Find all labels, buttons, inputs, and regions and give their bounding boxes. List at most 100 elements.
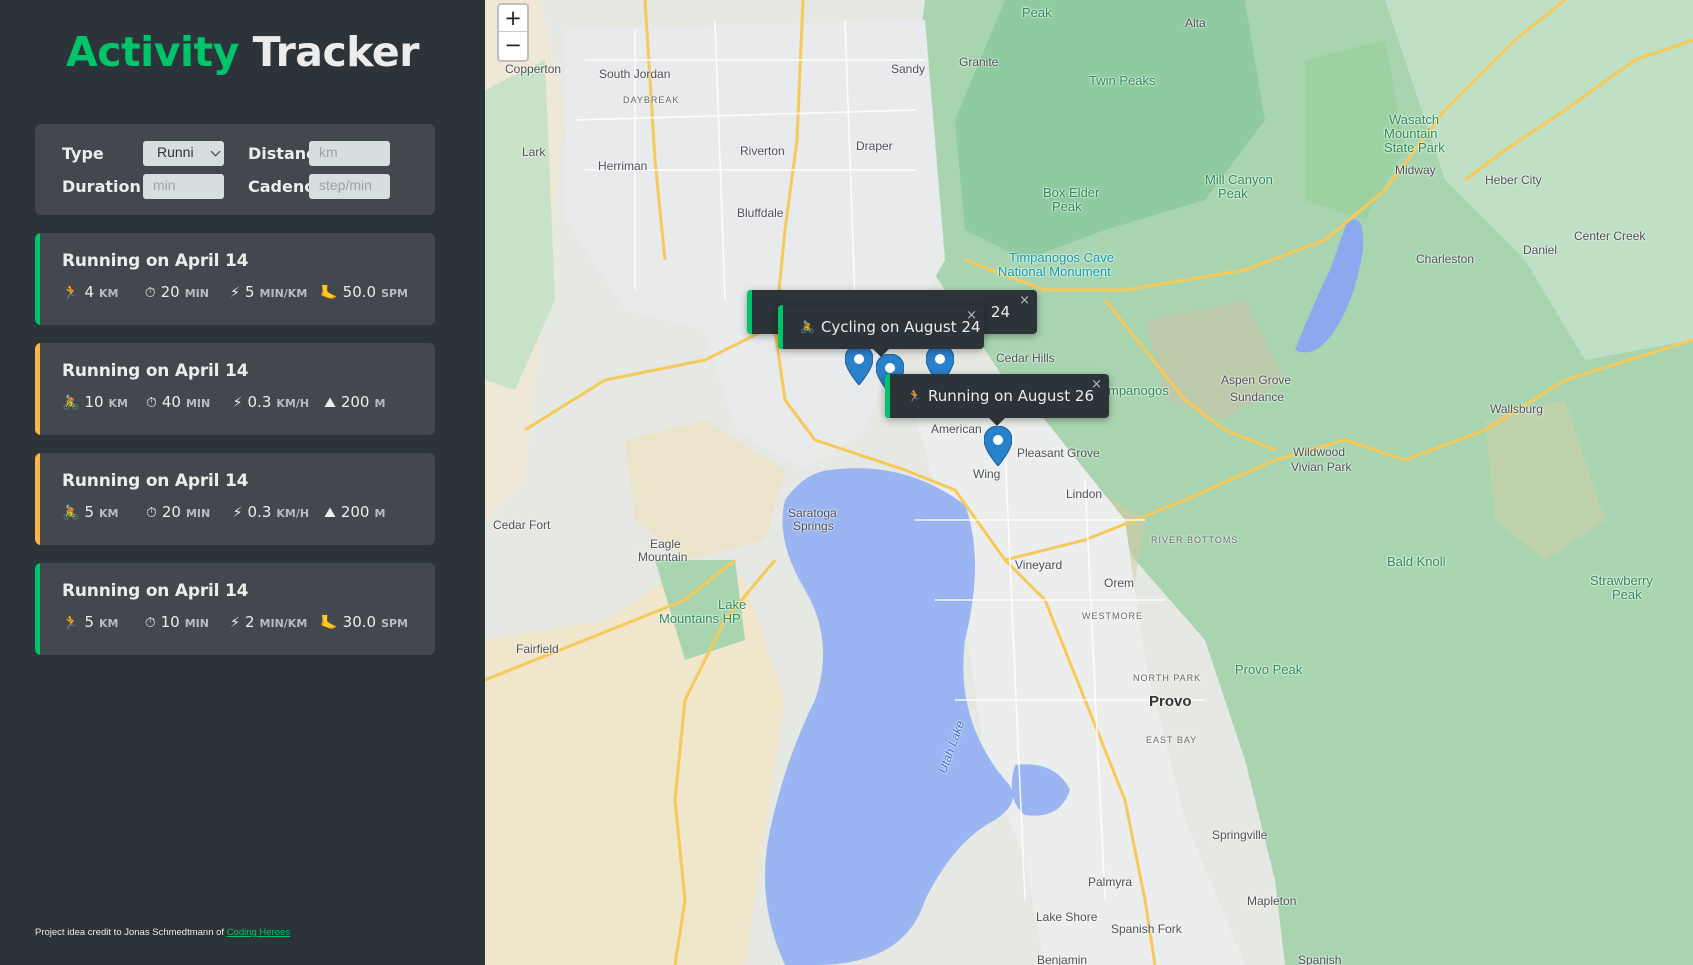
popup-tip — [873, 349, 889, 357]
map[interactable]: Copperton South Jordan Sandy Granite DAY… — [485, 0, 1693, 965]
map-label: Orem — [1104, 576, 1134, 590]
distance-value: 5 — [84, 613, 94, 631]
map-label: Peak — [1052, 199, 1082, 214]
map-label: Sundance — [1230, 390, 1285, 404]
workout-duration: ⏱ 10 MIN — [145, 613, 230, 631]
footprint-icon: 🦶 — [320, 285, 338, 301]
workout-popup[interactable]: 🚴 Cycling on August 24 × — [778, 305, 984, 357]
map-label: Strawberry — [1590, 573, 1653, 588]
duration-unit: MIN — [184, 617, 209, 630]
type-select[interactable]: Runni — [143, 141, 224, 166]
cadence-value: 50.0 — [342, 283, 377, 301]
map-label: Springville — [1212, 828, 1268, 842]
distance-input[interactable]: km — [309, 141, 390, 166]
workout-cadence: 🦶 50.0 SPM — [320, 283, 408, 301]
map-label: South Jordan — [599, 67, 671, 81]
map-tiles[interactable] — [485, 0, 1693, 965]
duration-value: 10 — [160, 613, 180, 631]
speed-unit: KM/H — [276, 507, 310, 520]
workout-distance: 🚴 5 KM — [62, 503, 146, 521]
map-label: WESTMORE — [1082, 611, 1143, 621]
workout-distance: 🏃 5 KM — [62, 613, 145, 631]
workout-title: Running on April 14 — [62, 361, 249, 381]
workout-card[interactable]: Running on April 14 🏃5 KM ⏱10 MIN ⚡ 2 MIN/KM… — [35, 563, 435, 655]
zoom-in-button[interactable]: + — [499, 5, 527, 32]
credit-text: Project idea credit to Jonas Schmedtmann… — [35, 927, 290, 938]
duration-unit: MIN — [185, 507, 211, 520]
close-icon[interactable]: × — [1019, 293, 1030, 308]
pace-value: 5 — [245, 283, 255, 301]
workout-title: Running on April 14 — [62, 581, 249, 601]
duration-value: 40 — [161, 393, 181, 411]
duration-unit: MIN — [184, 287, 209, 300]
map-label: Aspen Grove — [1221, 373, 1292, 387]
app-logo: Activity Tracker — [0, 28, 485, 76]
map-label: Mountains HP — [659, 611, 741, 626]
map-marker[interactable] — [845, 345, 873, 385]
map-label: Lake Shore — [1036, 910, 1098, 924]
map-label: EAST BAY — [1146, 735, 1198, 745]
map-label: Sandy — [891, 62, 926, 76]
workout-card[interactable]: Running on April 14 🚴10 KM ⏱40 MIN ⚡0.3 KM/… — [35, 343, 435, 435]
map-label: Springs — [793, 519, 834, 533]
running-icon: 🏃 — [62, 285, 80, 301]
chevron-down-icon — [210, 146, 221, 157]
cycling-icon: 🚴 — [62, 505, 80, 521]
zoom-out-button[interactable]: − — [499, 32, 527, 59]
map-label: Cedar Fort — [493, 518, 551, 532]
map-label: American — [931, 422, 982, 436]
close-icon[interactable]: × — [966, 308, 977, 323]
map-marker[interactable] — [984, 426, 1012, 466]
map-label: RIVER BOTTOMS — [1151, 535, 1239, 545]
workout-popup[interactable]: 🏃 Running on August 26 × — [885, 374, 1109, 426]
cycling-icon: 🚴 — [800, 320, 815, 334]
map-label: mpanogos — [1108, 383, 1169, 398]
distance-unit: KM — [108, 397, 129, 410]
map-label: Twin Peaks — [1089, 73, 1156, 88]
map-label: Mountain — [1384, 126, 1438, 141]
lightning-icon: ⚡ — [230, 285, 240, 301]
pace-unit: MIN/KM — [259, 617, 308, 630]
workout-cadence: 🦶 30.0 SPM — [320, 613, 408, 631]
map-label: Mountain — [638, 550, 688, 564]
map-label: Wasatch — [1389, 112, 1440, 127]
workout-card[interactable]: Running on April 14 🚴5 KM ⏱20 MIN ⚡0.3 KM/H… — [35, 453, 435, 545]
duration-label: Duration — [62, 177, 141, 196]
workout-duration: ⏱ 40 MIN — [146, 393, 233, 411]
speed-unit: KM/H — [276, 397, 310, 410]
cadence-input[interactable]: step/min — [309, 174, 390, 199]
duration-value: 20 — [160, 283, 180, 301]
pace-value: 2 — [245, 613, 255, 631]
stopwatch-icon: ⏱ — [144, 615, 156, 631]
lightning-icon: ⚡ — [232, 505, 243, 521]
workout-speed: ⚡ 0.3 KM/H — [233, 503, 324, 521]
cadence-unit: SPM — [381, 617, 408, 630]
distance-unit: KM — [98, 617, 119, 630]
stopwatch-icon: ⏱ — [144, 285, 156, 301]
duration-input[interactable]: min — [143, 174, 224, 199]
close-icon[interactable]: × — [1091, 377, 1102, 392]
map-label: Granite — [959, 55, 999, 69]
map-label: Vineyard — [1015, 558, 1063, 572]
workout-duration: ⏱ 20 MIN — [145, 283, 230, 301]
pace-unit: MIN/KM — [259, 287, 308, 300]
lightning-icon: ⚡ — [230, 615, 240, 631]
map-label: Provo — [1149, 693, 1192, 710]
workout-list: Running on April 14 🏃4KM ⏱20MIN ⚡5MIN/KM… — [35, 233, 435, 673]
sidebar: Activity Tracker Type Runni Distance km … — [0, 0, 485, 965]
map-label: Wildwood — [1293, 445, 1346, 459]
map-label: Peak — [1218, 186, 1248, 201]
workout-details: 🏃 5 KM ⏱ 10 MIN ⚡ 2 MIN/KM 🦶 30.0 SPM — [62, 613, 408, 631]
elevation-unit: M — [374, 397, 386, 410]
map-label: Spanish — [1298, 953, 1342, 965]
credit-link[interactable]: Coding Heroes — [227, 927, 290, 938]
workout-pace: ⚡ 5 MIN/KM — [230, 283, 320, 301]
map-label: Eagle — [650, 537, 681, 551]
workout-card[interactable]: Running on April 14 🏃4 KM ⏱20 MIN ⚡ 5 MIN/KM… — [35, 233, 435, 325]
map-label: Lark — [522, 145, 546, 159]
workout-details: 🚴 5 KM ⏱ 20 MIN ⚡ 0.3 KM/H ⛰ 200 M — [62, 503, 408, 521]
duration-unit: MIN — [185, 397, 211, 410]
map-label: Saratoga — [788, 506, 837, 520]
map-label: Benjamin — [1037, 953, 1088, 965]
elevation-unit: M — [374, 507, 386, 520]
